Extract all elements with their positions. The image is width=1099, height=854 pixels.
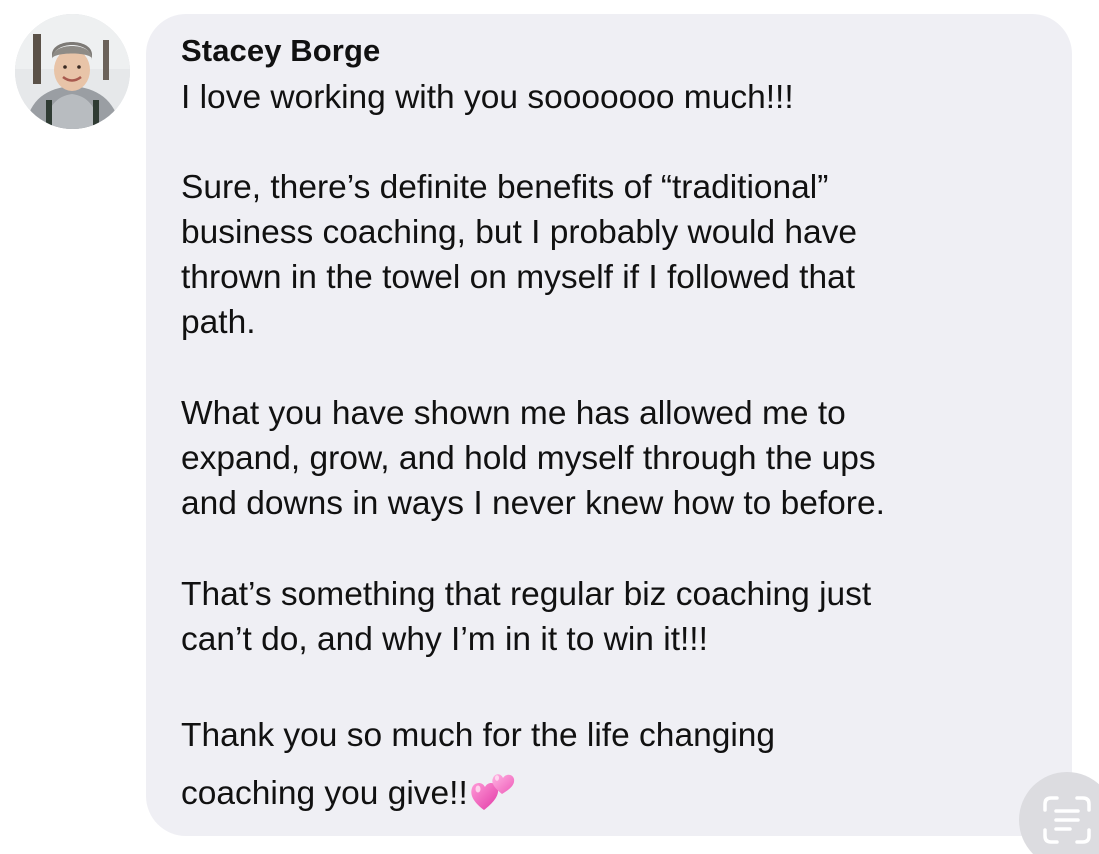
- message-line: expand, grow, and hold myself through th…: [181, 440, 876, 477]
- comment-paragraph-1: I love working with you sooooooo much!!!: [181, 75, 794, 120]
- message-line: business coaching, but I probably would …: [181, 214, 858, 251]
- message-line-last: coaching you give!!: [181, 765, 775, 823]
- message-line: thrown in the towel on myself if I follo…: [181, 259, 856, 296]
- comment-paragraph-5: Thank you so much for the life changing …: [181, 707, 775, 823]
- avatar[interactable]: [15, 14, 130, 129]
- comment-paragraph-4: That’s something that regular biz coachi…: [181, 572, 871, 662]
- comment-screen: Stacey Borge I love working with you soo…: [0, 0, 1099, 854]
- comment-paragraph-3: What you have shown me has allowed me to…: [181, 391, 885, 526]
- comment-paragraph-2: Sure, there’s definite benefits of “trad…: [181, 165, 857, 345]
- message-line: I love working with you sooooooo much!!!: [181, 79, 794, 116]
- message-line: Sure, there’s definite benefits of “trad…: [181, 169, 829, 206]
- live-text-scan-icon: [1043, 796, 1091, 844]
- two-hearts-emoji-icon: [471, 774, 514, 810]
- message-line: and downs in ways I never knew how to be…: [181, 485, 885, 522]
- message-line-text: coaching you give!!: [181, 775, 468, 812]
- message-line: What you have shown me has allowed me to: [181, 395, 846, 432]
- message-line: That’s something that regular biz coachi…: [181, 576, 872, 613]
- profile-photo-icon: [15, 14, 130, 129]
- message-line: can’t do, and why I’m in it to win it!!!: [181, 621, 708, 658]
- message-line: path.: [181, 304, 256, 341]
- comment-author[interactable]: Stacey Borge: [181, 33, 380, 69]
- message-line: Thank you so much for the life changing: [181, 717, 776, 754]
